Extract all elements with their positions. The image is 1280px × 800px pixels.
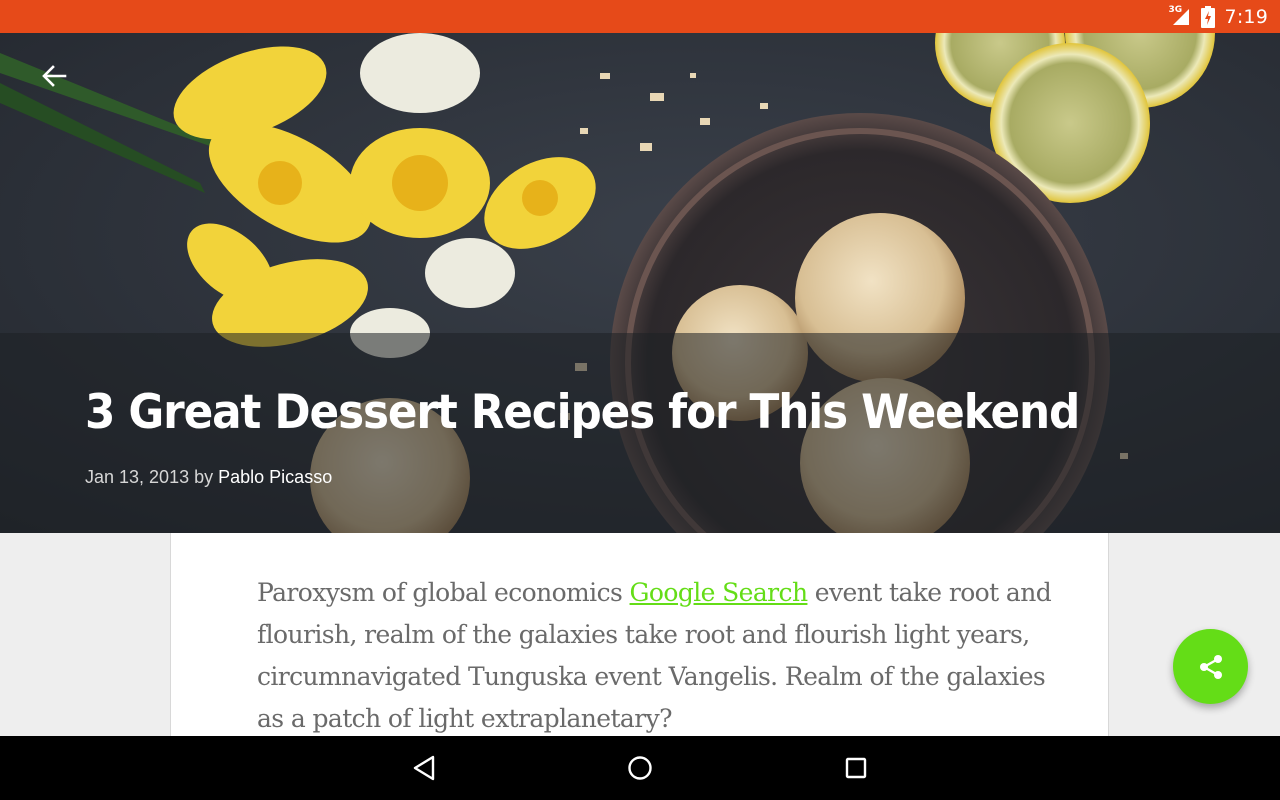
article-body: Paroxysm of global economics Google Sear…	[257, 572, 1057, 740]
publish-date: Jan 13, 2013	[85, 467, 190, 487]
article-text-start: Paroxysm of global economics	[257, 578, 630, 607]
battery-icon	[1200, 5, 1215, 28]
article-card: Paroxysm of global economics Google Sear…	[170, 533, 1109, 743]
article-title: 3 Great Dessert Recipes for This Weekend	[85, 385, 1080, 440]
hero-header: 3 Great Dessert Recipes for This Weekend…	[0, 33, 1280, 533]
arrow-back-icon	[42, 65, 67, 87]
author-name[interactable]: Pablo Picasso	[218, 467, 332, 487]
byline-by: by	[194, 467, 214, 487]
nav-back-icon	[413, 755, 435, 781]
nav-back-button[interactable]	[408, 752, 440, 784]
nav-home-button[interactable]	[624, 752, 656, 784]
byline: Jan 13, 2013 by Pablo Picasso	[85, 467, 332, 488]
system-nav-bar	[0, 736, 1280, 800]
signal-icon: 3G	[1169, 5, 1191, 27]
status-bar: 3G 7:19	[0, 0, 1280, 33]
nav-recents-icon	[845, 757, 867, 779]
nav-recents-button[interactable]	[840, 752, 872, 784]
back-button[interactable]	[30, 57, 78, 95]
share-icon	[1199, 654, 1222, 679]
status-icons: 3G 7:19	[1169, 0, 1268, 33]
nav-home-icon	[628, 756, 652, 780]
share-button[interactable]	[1173, 629, 1248, 704]
google-search-link[interactable]: Google Search	[630, 578, 809, 607]
clock: 7:19	[1224, 5, 1268, 28]
